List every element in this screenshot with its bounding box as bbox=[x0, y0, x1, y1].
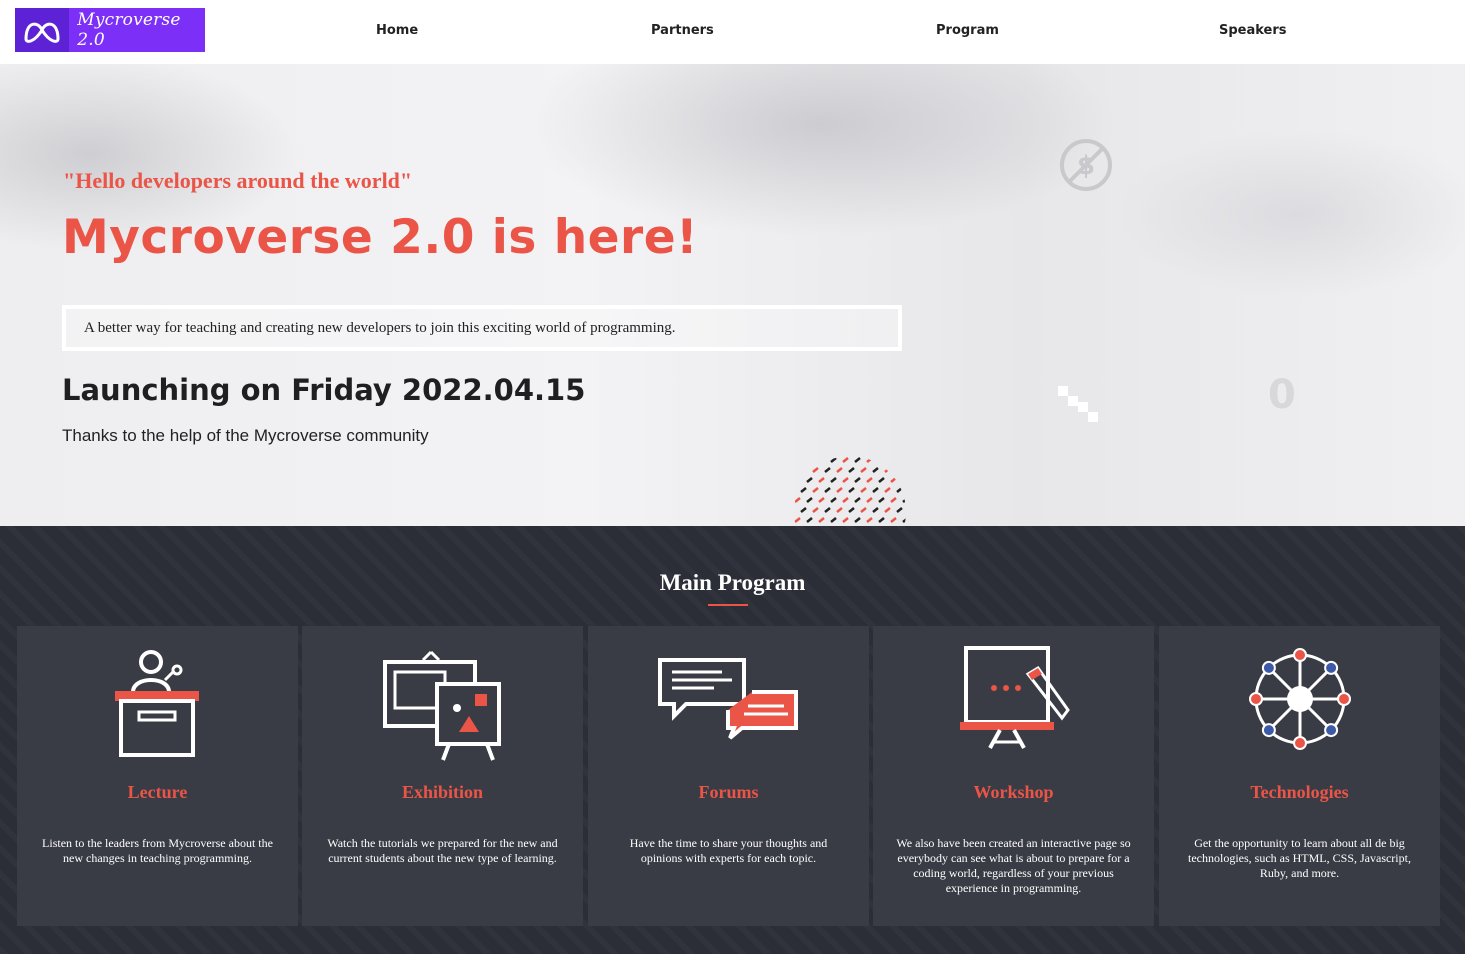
program-card-exhibition[interactable]: Exhibition Watch the tutorials we prepar… bbox=[302, 626, 583, 926]
program-card-workshop[interactable]: Workshop We also have been created an in… bbox=[873, 626, 1154, 926]
card-description: Have the time to share your thoughts and… bbox=[629, 836, 828, 865]
exhibition-easel-icon bbox=[382, 644, 503, 769]
card-description: Watch the tutorials we prepared for the … bbox=[327, 836, 558, 865]
hero-background-image bbox=[0, 64, 1465, 526]
mycroverse-logo-icon bbox=[15, 8, 70, 52]
hero-title: Mycroverse 2.0 is here! bbox=[62, 210, 699, 265]
launch-date: Launching on Friday 2022.04.15 bbox=[62, 373, 586, 407]
program-card-lecture[interactable]: Lecture Listen to the leaders from Mycro… bbox=[17, 626, 298, 926]
card-title: Technologies bbox=[1250, 782, 1349, 802]
hero-quote: "Hello developers around the world" bbox=[63, 168, 413, 193]
program-title-underline bbox=[708, 604, 748, 606]
logo[interactable]: Mycroverse 2.0 bbox=[15, 8, 205, 52]
program-card-forums[interactable]: Forums Have the time to share your thoug… bbox=[588, 626, 869, 926]
nav-home[interactable]: Home bbox=[376, 23, 418, 38]
nav-program[interactable]: Program bbox=[936, 23, 999, 38]
program-card-technologies[interactable]: Technologies Get the opportunity to lear… bbox=[1159, 626, 1440, 926]
card-description: We also have been created an interactive… bbox=[896, 836, 1131, 895]
hero-description: A better way for teaching and creating n… bbox=[84, 320, 676, 336]
top-navigation: Mycroverse 2.0 Home Partners Program Spe… bbox=[0, 0, 1465, 64]
zero-decoration: 0 bbox=[1268, 372, 1296, 418]
program-title: Main Program bbox=[659, 570, 806, 595]
main-program-section: Main Program Lecture Listen to the leade… bbox=[0, 526, 1465, 954]
card-title: Exhibition bbox=[401, 782, 484, 802]
card-title: Workshop bbox=[973, 782, 1054, 802]
workshop-board-icon bbox=[952, 644, 1076, 759]
card-title: Lecture bbox=[127, 782, 188, 802]
pixel-decoration bbox=[1058, 386, 1102, 431]
no-dollar-icon: $ bbox=[1058, 137, 1114, 198]
card-title: Forums bbox=[698, 782, 759, 802]
dot-pattern-decoration bbox=[793, 454, 907, 526]
nav-partners[interactable]: Partners bbox=[651, 23, 714, 38]
technologies-network-icon bbox=[1245, 644, 1355, 759]
thanks-text: Thanks to the help of the Mycroverse com… bbox=[62, 426, 429, 445]
hero-section: "Hello developers around the world" Mycr… bbox=[0, 64, 1465, 526]
logo-text: Mycroverse 2.0 bbox=[77, 10, 181, 50]
lecture-podium-icon bbox=[113, 644, 203, 764]
forum-chat-icon bbox=[656, 644, 802, 745]
nav-speakers[interactable]: Speakers bbox=[1219, 23, 1287, 38]
card-description: Get the opportunity to learn about all d… bbox=[1188, 836, 1411, 880]
card-description: Listen to the leaders from Mycroverse ab… bbox=[42, 836, 273, 865]
hero-description-box: A better way for teaching and creating n… bbox=[62, 305, 902, 351]
